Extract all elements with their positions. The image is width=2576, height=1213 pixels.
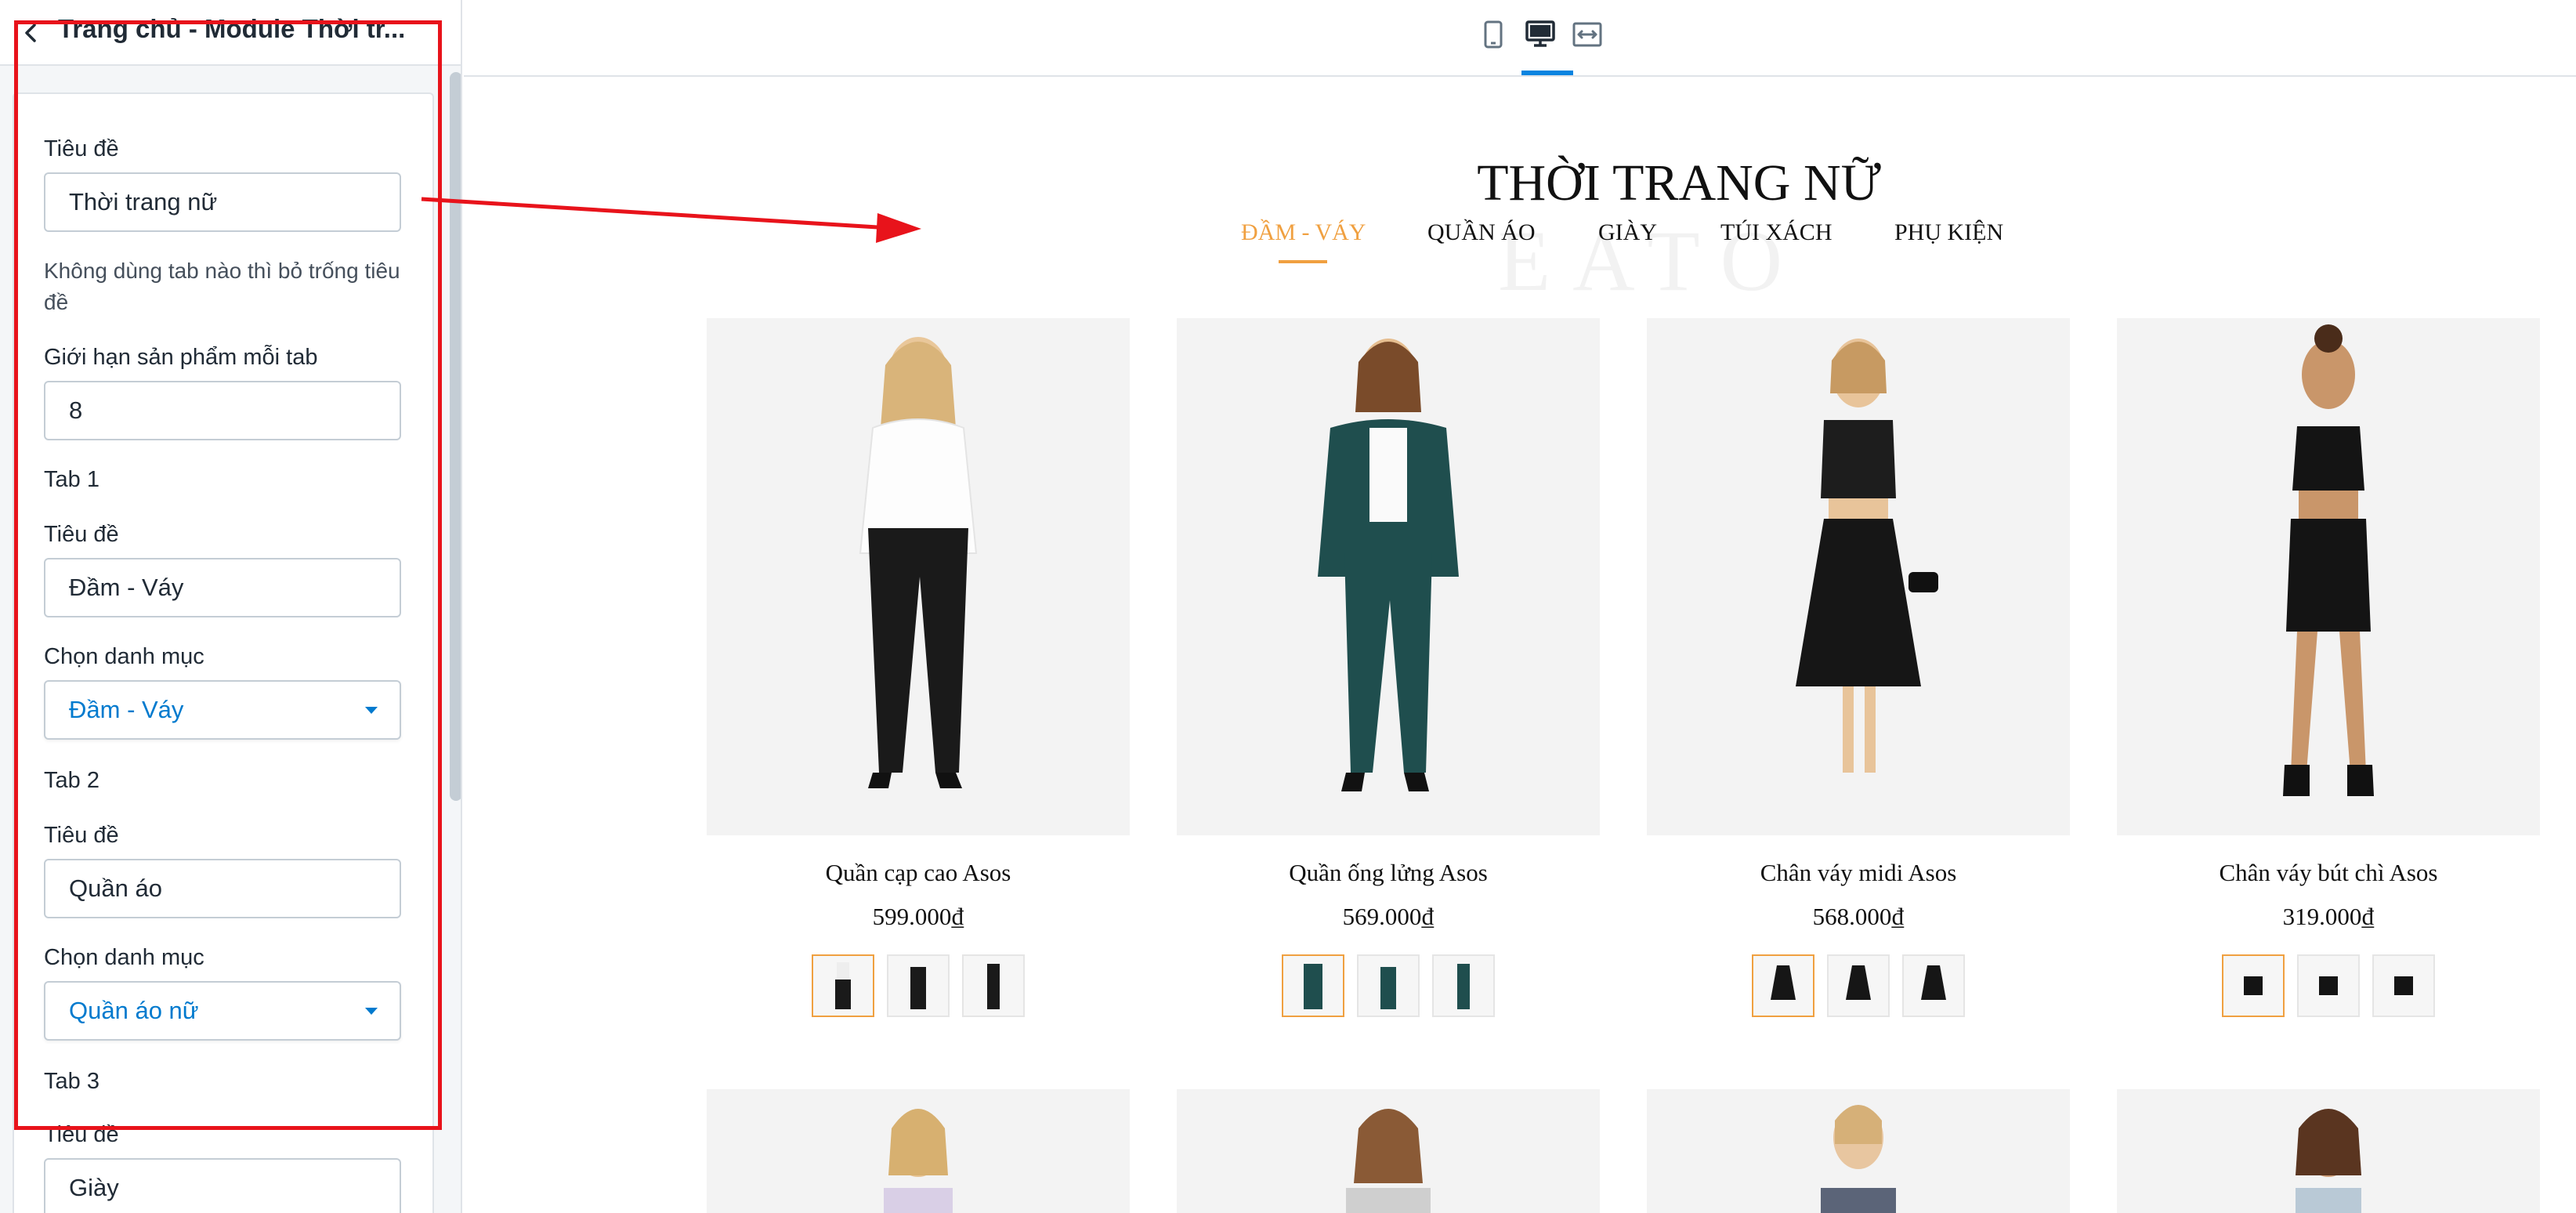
highlight-box bbox=[14, 20, 442, 1130]
variant-thumb[interactable] bbox=[1357, 954, 1420, 1017]
product-image[interactable] bbox=[707, 1089, 1130, 1213]
product-name[interactable]: Chân váy midi Asos bbox=[1647, 859, 2070, 887]
variant-thumb[interactable] bbox=[1902, 954, 1965, 1017]
product-image[interactable] bbox=[1647, 318, 2070, 835]
preview-toolbar bbox=[464, 0, 2576, 77]
preview-tab-accessories[interactable]: PHỤ KIỆN bbox=[1894, 219, 2003, 246]
product-image[interactable] bbox=[1177, 1089, 1600, 1213]
section-title: THỜI TRANG NỮ bbox=[1477, 154, 1881, 212]
product-name[interactable]: Quần cạp cao Asos bbox=[707, 859, 1130, 887]
product-image[interactable] bbox=[1177, 318, 1600, 835]
variant-thumb[interactable] bbox=[2222, 954, 2285, 1017]
tab3-title-input[interactable]: Giày bbox=[44, 1158, 401, 1213]
active-view-indicator bbox=[1521, 71, 1573, 75]
mobile-view-icon[interactable] bbox=[1476, 17, 1511, 52]
variant-thumb[interactable] bbox=[1282, 954, 1344, 1017]
active-tab-underline bbox=[1279, 260, 1327, 263]
variant-thumb[interactable] bbox=[1752, 954, 1814, 1017]
product-price: 319.000₫ bbox=[2282, 903, 2375, 930]
full-width-view-icon[interactable] bbox=[1570, 17, 1605, 52]
product-image[interactable] bbox=[707, 318, 1130, 835]
product-name[interactable]: Chân váy bút chì Asos bbox=[2117, 859, 2540, 887]
preview-tab-clothes[interactable]: QUẦN ÁO bbox=[1427, 219, 1536, 246]
product-image[interactable] bbox=[2117, 1089, 2540, 1213]
preview-tab-dresses[interactable]: ĐẦM - VÁY bbox=[1241, 219, 1366, 246]
product-price: 569.000₫ bbox=[1342, 903, 1435, 930]
variant-thumb[interactable] bbox=[962, 954, 1025, 1017]
desktop-view-icon[interactable] bbox=[1523, 17, 1558, 52]
settings-sidebar: Trang chủ - Module Thời tr... Tiêu đề Th… bbox=[0, 0, 462, 1213]
variant-thumb[interactable] bbox=[2372, 954, 2435, 1017]
product-name[interactable]: Quần ống lửng Asos bbox=[1177, 859, 1600, 887]
preview-tab-shoes[interactable]: GIÀY bbox=[1598, 219, 1657, 246]
preview-tab-bags[interactable]: TÚI XÁCH bbox=[1720, 219, 1833, 246]
store-preview: EATO THỜI TRANG NỮ ĐẦM - VÁY QUẦN ÁO GIÀ… bbox=[464, 78, 2576, 1213]
variant-thumb[interactable] bbox=[1827, 954, 1890, 1017]
variant-thumb[interactable] bbox=[812, 954, 874, 1017]
product-price: 599.000₫ bbox=[872, 903, 964, 930]
variant-thumb[interactable] bbox=[2297, 954, 2360, 1017]
variant-thumb[interactable] bbox=[887, 954, 950, 1017]
sidebar-scrollbar[interactable] bbox=[450, 72, 461, 801]
product-image[interactable] bbox=[2117, 318, 2540, 835]
product-price: 568.000₫ bbox=[1812, 903, 1905, 930]
product-image[interactable] bbox=[1647, 1089, 2070, 1213]
variant-thumb[interactable] bbox=[1432, 954, 1495, 1017]
